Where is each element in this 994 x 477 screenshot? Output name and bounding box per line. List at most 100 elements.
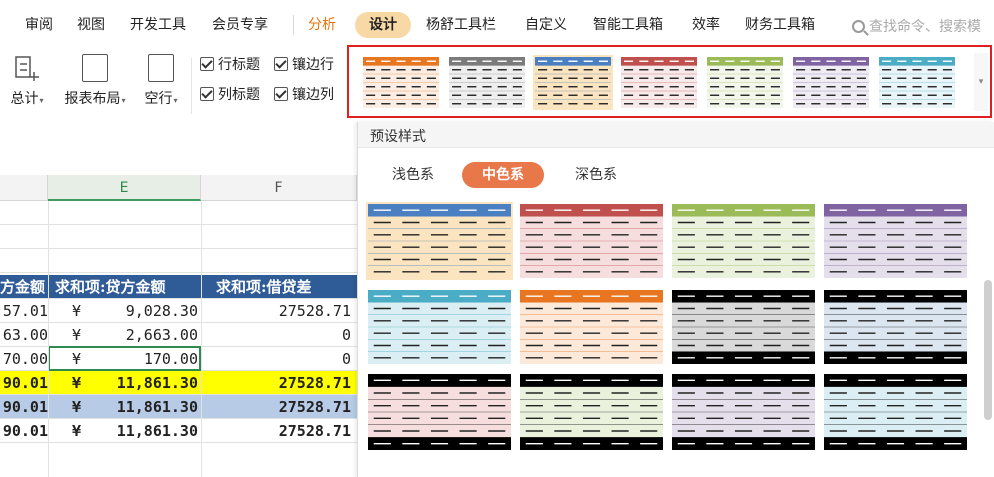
style-thumbnail[interactable] xyxy=(533,55,613,110)
subtotal-icon xyxy=(15,56,39,81)
style-thumbnail[interactable] xyxy=(447,55,527,110)
gridline xyxy=(48,201,49,477)
checkbox-checked-icon xyxy=(274,87,288,101)
preset-style-thumbnail[interactable] xyxy=(822,202,969,280)
search-icon xyxy=(852,20,865,33)
subtotal-label: 总计 xyxy=(10,91,39,107)
preset-style-thumbnail[interactable] xyxy=(670,288,817,366)
table-cell[interactable]: ¥ xyxy=(72,299,92,323)
tab-design[interactable]: 设计 xyxy=(355,12,411,38)
table-cell[interactable]: 2,663.00 xyxy=(100,323,198,347)
table-cell[interactable]: 11,861.30 xyxy=(100,419,198,443)
table-cell[interactable]: 57.01 xyxy=(0,299,48,323)
preset-style-thumbnail[interactable] xyxy=(822,372,969,452)
preset-style-thumbnail[interactable] xyxy=(366,372,513,452)
tab-separator xyxy=(293,15,294,35)
tab-review[interactable]: 审阅 xyxy=(25,0,53,50)
blank-rows-label: 空行 xyxy=(144,91,173,107)
banded-cols-label: 镶边列 xyxy=(292,87,334,103)
tab-efficiency[interactable]: 效率 xyxy=(692,0,720,50)
tab-custom[interactable]: 自定义 xyxy=(525,0,567,50)
panel-scrollbar[interactable] xyxy=(984,280,992,420)
table-cell[interactable]: 27528.71 xyxy=(201,395,351,419)
column-header-f[interactable]: F xyxy=(201,175,357,201)
tab-yangshu-tools[interactable]: 杨舒工具栏 xyxy=(426,0,496,50)
tab-light-styles[interactable]: 浅色系 xyxy=(382,162,444,188)
row-headers-label: 行标题 xyxy=(218,57,260,73)
banded-rows-checkbox[interactable]: 镶边行 xyxy=(274,55,334,75)
tab-developer[interactable]: 开发工具 xyxy=(130,0,186,50)
blank-rows-icon xyxy=(148,54,174,82)
preset-style-thumbnail[interactable] xyxy=(670,372,817,452)
spreadsheet-area: E F 方金额 求和项:贷方金额 求和项:借贷差 57.01 ¥9,028.30 2… xyxy=(0,122,357,477)
preset-style-thumbnail[interactable] xyxy=(518,372,665,452)
table-cell[interactable]: ¥ xyxy=(72,419,92,443)
tab-finance-toolbox[interactable]: 财务工具箱 xyxy=(745,0,815,50)
preset-style-thumbnail[interactable] xyxy=(518,202,665,280)
table-cell[interactable]: 11,861.30 xyxy=(100,395,198,419)
row-headers-checkbox[interactable]: 行标题 xyxy=(200,55,260,75)
style-thumbnail[interactable] xyxy=(619,55,699,110)
table-cell[interactable]: 63.00 xyxy=(0,323,48,347)
tab-analyze[interactable]: 分析 xyxy=(308,0,336,50)
table-cell[interactable]: ¥ xyxy=(72,371,92,395)
table-cell[interactable]: 求和项:借贷差 xyxy=(216,275,356,299)
col-headers-label: 列标题 xyxy=(218,87,260,103)
tab-dark-styles[interactable]: 深色系 xyxy=(565,162,627,188)
banded-cols-checkbox[interactable]: 镶边列 xyxy=(274,85,334,105)
report-layout-label: 报表布局 xyxy=(64,91,121,107)
table-row: 57.01 ¥9,028.30 27528.71 xyxy=(0,299,357,323)
style-thumbnail[interactable] xyxy=(877,55,957,110)
search-placeholder: 查找命令、搜索模 xyxy=(869,19,981,35)
tab-medium-styles[interactable]: 中色系 xyxy=(462,162,544,188)
selected-cell-outline xyxy=(48,346,201,371)
table-cell[interactable]: 9,028.30 xyxy=(100,299,198,323)
subtotal-button[interactable]: 总计▾ xyxy=(2,50,52,122)
table-row: 63.00 ¥2,663.00 0 xyxy=(0,323,357,347)
gallery-expand-button[interactable]: ▾ xyxy=(974,53,988,111)
table-cell[interactable]: 求和项:贷方金额 xyxy=(55,275,200,299)
tab-view[interactable]: 视图 xyxy=(77,0,105,50)
ribbon-separator xyxy=(191,58,192,114)
column-header-d[interactable] xyxy=(0,175,48,201)
table-cell[interactable]: 27528.71 xyxy=(201,299,351,323)
table-cell[interactable]: 0 xyxy=(201,323,351,347)
table-cell[interactable]: 11,861.30 xyxy=(100,371,198,395)
column-header-e[interactable]: E xyxy=(48,175,201,201)
gridline xyxy=(201,201,202,477)
table-cell[interactable]: 0 xyxy=(201,347,351,371)
pivot-header-row: 方金额 求和项:贷方金额 求和项:借贷差 xyxy=(0,275,357,299)
tab-smart-toolbox[interactable]: 智能工具箱 xyxy=(593,0,663,50)
table-cell[interactable]: ¥ xyxy=(72,395,92,419)
preset-style-thumbnail[interactable] xyxy=(366,288,513,366)
style-thumbnail[interactable] xyxy=(791,55,871,110)
table-cell[interactable]: 70.00 xyxy=(0,347,48,371)
report-layout-button[interactable]: 报表布局▾ xyxy=(57,50,133,122)
preset-style-thumbnail[interactable] xyxy=(366,202,513,280)
table-cell[interactable]: 27528.71 xyxy=(201,371,351,395)
table-cell[interactable]: 27528.71 xyxy=(201,419,351,443)
table-row: 70.00 ¥170.00 0 xyxy=(0,346,357,371)
table-cell[interactable]: ¥ xyxy=(72,323,92,347)
panel-title: 预设样式 xyxy=(370,129,426,145)
command-search[interactable]: 查找命令、搜索模 xyxy=(852,16,981,36)
table-cell[interactable]: 90.01 xyxy=(0,395,48,419)
table-row: 90.01 ¥11,861.30 27528.71 xyxy=(0,395,357,419)
preset-style-thumbnail[interactable] xyxy=(518,288,665,366)
preset-style-panel: 预设样式 浅色系 中色系 深色系 xyxy=(357,122,994,477)
style-thumbnail[interactable] xyxy=(361,55,441,110)
pivot-style-gallery: ▾ xyxy=(347,45,992,118)
checkbox-checked-icon xyxy=(200,57,214,71)
table-row: 90.01 ¥11,861.30 27528.71 xyxy=(0,371,357,395)
style-thumbnail[interactable] xyxy=(705,55,785,110)
preset-style-thumbnail[interactable] xyxy=(670,202,817,280)
table-cell[interactable]: 90.01 xyxy=(0,419,48,443)
table-cell[interactable]: 90.01 xyxy=(0,371,48,395)
tab-member[interactable]: 会员专享 xyxy=(212,0,268,50)
preset-style-thumbnail[interactable] xyxy=(822,288,969,366)
table-row xyxy=(0,201,357,225)
blank-rows-button[interactable]: 空行▾ xyxy=(137,50,185,122)
menu-bar: 审阅 视图 开发工具 会员专享 分析 设计 杨舒工具栏 自定义 智能工具箱 效率… xyxy=(0,0,994,50)
table-cell[interactable]: 方金额 xyxy=(0,275,48,299)
col-headers-checkbox[interactable]: 列标题 xyxy=(200,85,260,105)
